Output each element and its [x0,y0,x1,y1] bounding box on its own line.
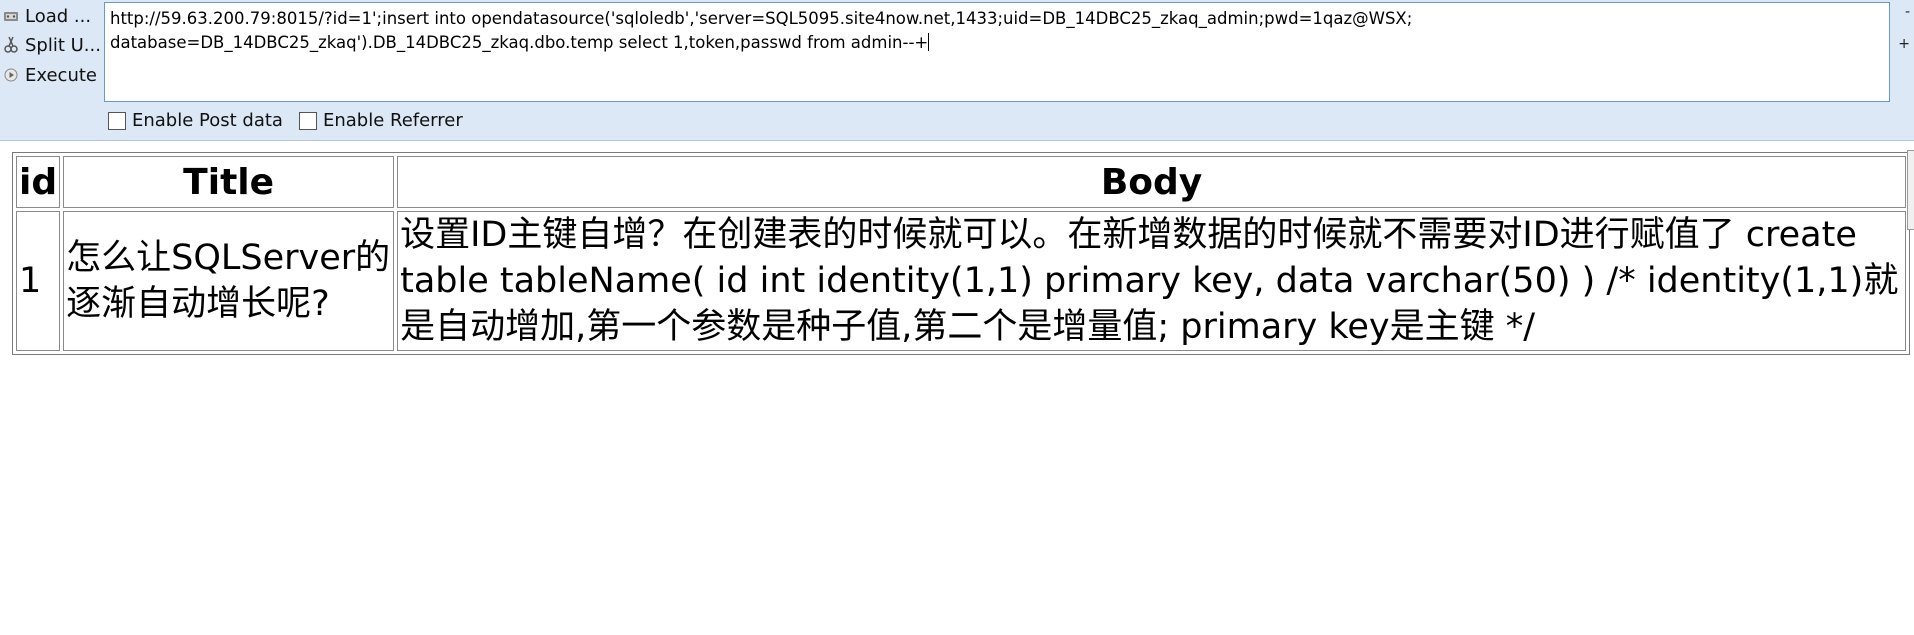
load-url-icon [2,7,20,25]
enable-post-data-checkbox[interactable] [108,111,126,130]
header-body: Body [397,156,1906,208]
results-table: id Title Body 1 怎么让SQLServer的逐渐自动增长呢? 设置… [12,152,1910,355]
table-row: 1 怎么让SQLServer的逐渐自动增长呢? 设置ID主键自增？在创建表的时候… [16,211,1906,351]
enable-referrer-label: Enable Referrer [322,110,463,131]
execute-button[interactable]: Execute [2,62,97,88]
enable-post-data-option[interactable]: Enable Post data [108,110,283,131]
url-input[interactable]: http://59.63.200.79:8015/?id=1';insert i… [104,2,1890,102]
decrease-font-button[interactable]: - [1905,4,1910,20]
enable-referrer-checkbox[interactable] [298,111,317,130]
cell-id: 1 [16,211,61,351]
text-caret [928,33,930,51]
header-title: Title [63,156,395,208]
enable-referrer-option[interactable]: Enable Referrer [298,110,463,131]
url-text: http://59.63.200.79:8015/?id=1';insert i… [110,9,1413,52]
execute-icon [2,66,20,84]
split-url-icon [2,36,20,54]
cell-title: 怎么让SQLServer的逐渐自动增长呢? [63,211,395,351]
load-url-button[interactable]: Load ... [2,3,91,29]
header-row: id Title Body [16,156,1906,208]
execute-label: Execute [25,64,97,86]
cell-body: 设置ID主键自增？在创建表的时候就可以。在新增数据的时候就不需要对ID进行赋值了… [397,211,1906,351]
options-row: Enable Post data Enable Referrer [108,110,479,131]
scrollbar-handle[interactable] [1907,150,1914,230]
result-area: id Title Body 1 怎么让SQLServer的逐渐自动增长呢? 设置… [12,152,1912,355]
increase-font-button[interactable]: + [1898,36,1910,52]
side-actions: Load ... Split U... Execute [0,0,104,100]
split-url-label: Split U... [25,34,101,56]
hackbar-toolbar: Load ... Split U... Execute http://59.63… [0,0,1914,141]
header-id: id [16,156,61,208]
split-url-button[interactable]: Split U... [2,32,101,58]
enable-post-data-label: Enable Post data [132,110,283,131]
load-url-label: Load ... [25,5,92,27]
